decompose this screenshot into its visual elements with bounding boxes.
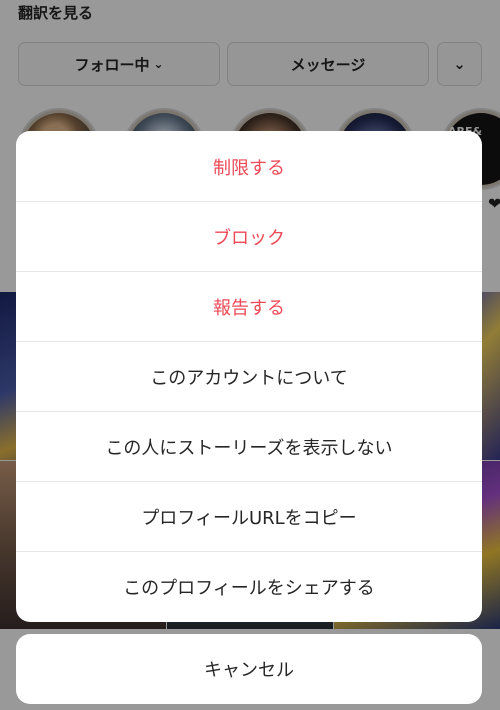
block-option[interactable]: ブロック <box>16 202 482 272</box>
hide-story-option[interactable]: この人にストーリーズを表示しない <box>16 412 482 482</box>
share-profile-option[interactable]: このプロフィールをシェアする <box>16 552 482 622</box>
report-option[interactable]: 報告する <box>16 272 482 342</box>
cancel-button[interactable]: キャンセル <box>16 634 482 704</box>
restrict-option[interactable]: 制限する <box>16 132 482 202</box>
copy-profile-url-option[interactable]: プロフィールURLをコピー <box>16 482 482 552</box>
profile-options-sheet: 制限する ブロック 報告する このアカウントについて この人にストーリーズを表示… <box>16 131 482 622</box>
about-account-option[interactable]: このアカウントについて <box>16 342 482 412</box>
